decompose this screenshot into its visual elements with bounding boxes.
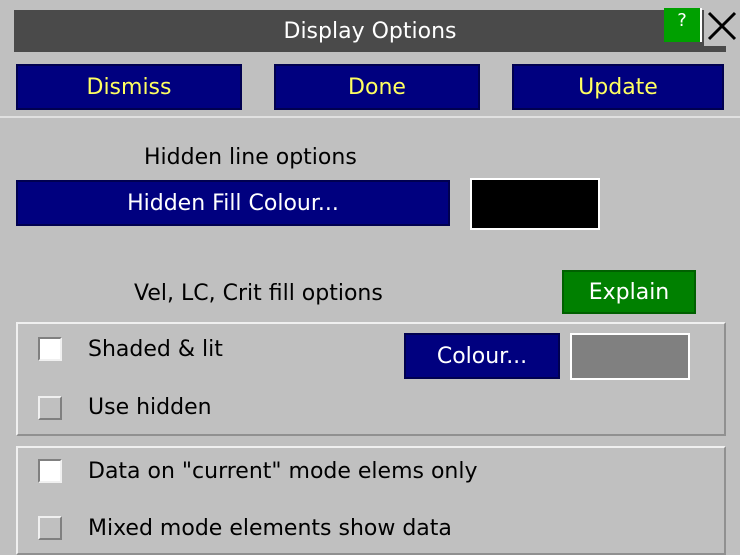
hidden-line-heading: Hidden line options bbox=[144, 144, 357, 170]
vel-fill-heading: Vel, LC, Crit fill options bbox=[134, 280, 383, 306]
shaded-lit-checkbox[interactable] bbox=[38, 337, 62, 361]
done-button[interactable]: Done bbox=[274, 64, 480, 110]
mixed-mode-checkbox[interactable] bbox=[38, 516, 62, 540]
use-hidden-checkbox[interactable] bbox=[38, 396, 62, 420]
current-mode-only-label: Data on "current" mode elems only bbox=[88, 458, 478, 484]
explain-button[interactable]: Explain bbox=[562, 270, 696, 314]
update-button[interactable]: Update bbox=[512, 64, 724, 110]
dismiss-button[interactable]: Dismiss bbox=[16, 64, 242, 110]
colour-swatch[interactable] bbox=[570, 333, 690, 380]
colour-button[interactable]: Colour... bbox=[404, 333, 560, 379]
close-button[interactable] bbox=[704, 6, 740, 46]
mixed-mode-label: Mixed mode elements show data bbox=[88, 515, 452, 541]
window-title: Display Options bbox=[14, 10, 726, 52]
current-mode-only-checkbox[interactable] bbox=[38, 459, 62, 483]
hidden-fill-colour-swatch[interactable] bbox=[470, 178, 600, 230]
close-icon bbox=[707, 11, 737, 41]
help-button[interactable]: ? bbox=[664, 8, 702, 42]
hidden-fill-colour-button[interactable]: Hidden Fill Colour... bbox=[16, 180, 450, 226]
shaded-lit-label: Shaded & lit bbox=[88, 336, 223, 362]
use-hidden-label: Use hidden bbox=[88, 394, 212, 420]
toolbar-separator bbox=[0, 116, 740, 118]
